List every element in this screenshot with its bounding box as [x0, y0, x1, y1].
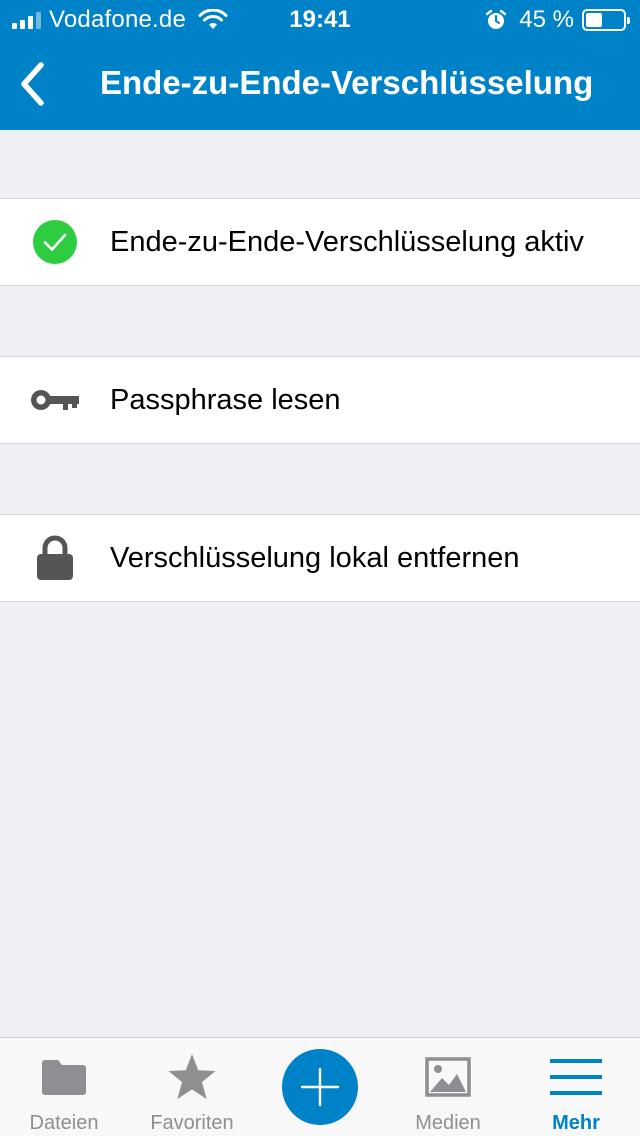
battery-icon	[582, 9, 630, 31]
tab-medien[interactable]: Medien	[384, 1038, 512, 1136]
page-title: Ende-zu-Ende-Verschlüsselung	[100, 64, 594, 101]
alarm-icon	[486, 9, 507, 29]
row-read-passphrase[interactable]: Passphrase lesen	[0, 356, 640, 444]
tab-label: Medien	[415, 1112, 481, 1134]
tab-mehr[interactable]: Mehr	[512, 1038, 640, 1136]
back-button[interactable]	[10, 58, 54, 110]
tab-label: Favoriten	[150, 1112, 234, 1134]
row-label: Verschlüsselung lokal entfernen	[110, 541, 520, 574]
tab-dateien[interactable]: Dateien	[0, 1038, 128, 1136]
tab-label: Mehr	[552, 1112, 600, 1134]
row-encryption-active[interactable]: Ende-zu-Ende-Verschlüsselung aktiv	[0, 198, 640, 286]
navigation-bar: Ende-zu-Ende-Verschlüsselung	[0, 40, 640, 130]
status-bar: Vodafone.de 19:41 45 %	[0, 0, 640, 40]
tab-favoriten[interactable]: Favoriten	[128, 1038, 256, 1136]
star-icon	[128, 1052, 256, 1102]
image-icon	[384, 1052, 512, 1102]
row-label: Ende-zu-Ende-Verschlüsselung aktiv	[110, 225, 584, 258]
screen: Vodafone.de 19:41 45 % Ende-zu-Ende-Vers…	[0, 0, 640, 1136]
menu-icon	[512, 1052, 640, 1102]
add-button[interactable]	[282, 1049, 358, 1125]
battery-fill	[586, 13, 602, 27]
lock-icon	[30, 533, 80, 583]
folder-icon	[0, 1052, 128, 1102]
key-icon	[30, 375, 80, 425]
status-right: 45 %	[485, 6, 630, 34]
row-remove-local-encryption[interactable]: Verschlüsselung lokal entfernen	[0, 514, 640, 602]
chevron-left-icon	[21, 62, 44, 106]
battery-percent: 45 %	[519, 6, 574, 33]
check-circle-icon	[30, 217, 80, 267]
row-label: Passphrase lesen	[110, 383, 341, 416]
tab-label: Dateien	[29, 1112, 99, 1134]
plus-icon	[300, 1067, 340, 1107]
